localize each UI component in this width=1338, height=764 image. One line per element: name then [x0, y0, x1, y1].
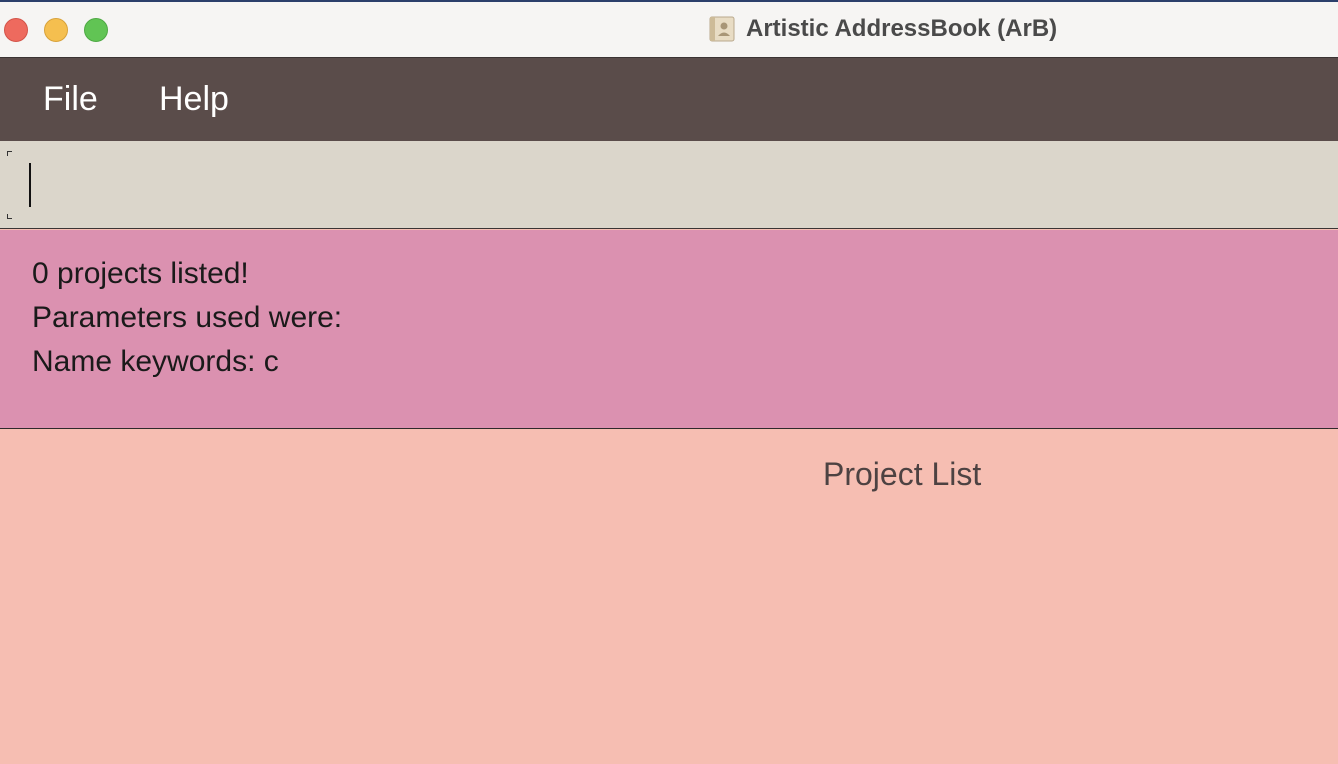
result-message-line: 0 projects listed!: [32, 257, 249, 290]
result-message-line: Name keywords: c: [32, 345, 279, 378]
minimize-window-button[interactable]: [44, 18, 68, 42]
menu-bar: File Help: [0, 58, 1338, 141]
app-window: Artistic AddressBook (ArB) File Help 0 p…: [0, 0, 1338, 764]
window-title-group: Artistic AddressBook (ArB): [708, 14, 1057, 44]
address-book-icon: [709, 16, 735, 42]
result-message-line: Parameters used were:: [32, 301, 343, 334]
command-box: [0, 141, 1338, 229]
result-display: 0 projects listed! Parameters used were:…: [0, 230, 1338, 429]
menu-help[interactable]: Help: [159, 80, 229, 119]
title-bar[interactable]: Artistic AddressBook (ArB): [0, 0, 1338, 58]
command-input[interactable]: [8, 151, 1328, 219]
text-caret: [29, 163, 31, 207]
close-window-button[interactable]: [4, 18, 28, 42]
project-list-title: Project List: [823, 456, 982, 492]
project-list-panel[interactable]: Project List: [0, 429, 1338, 764]
window-title: Artistic AddressBook (ArB): [746, 15, 1058, 42]
zoom-window-button[interactable]: [84, 18, 108, 42]
desktop-edge: [0, 0, 1338, 2]
menu-file[interactable]: File: [43, 80, 98, 119]
